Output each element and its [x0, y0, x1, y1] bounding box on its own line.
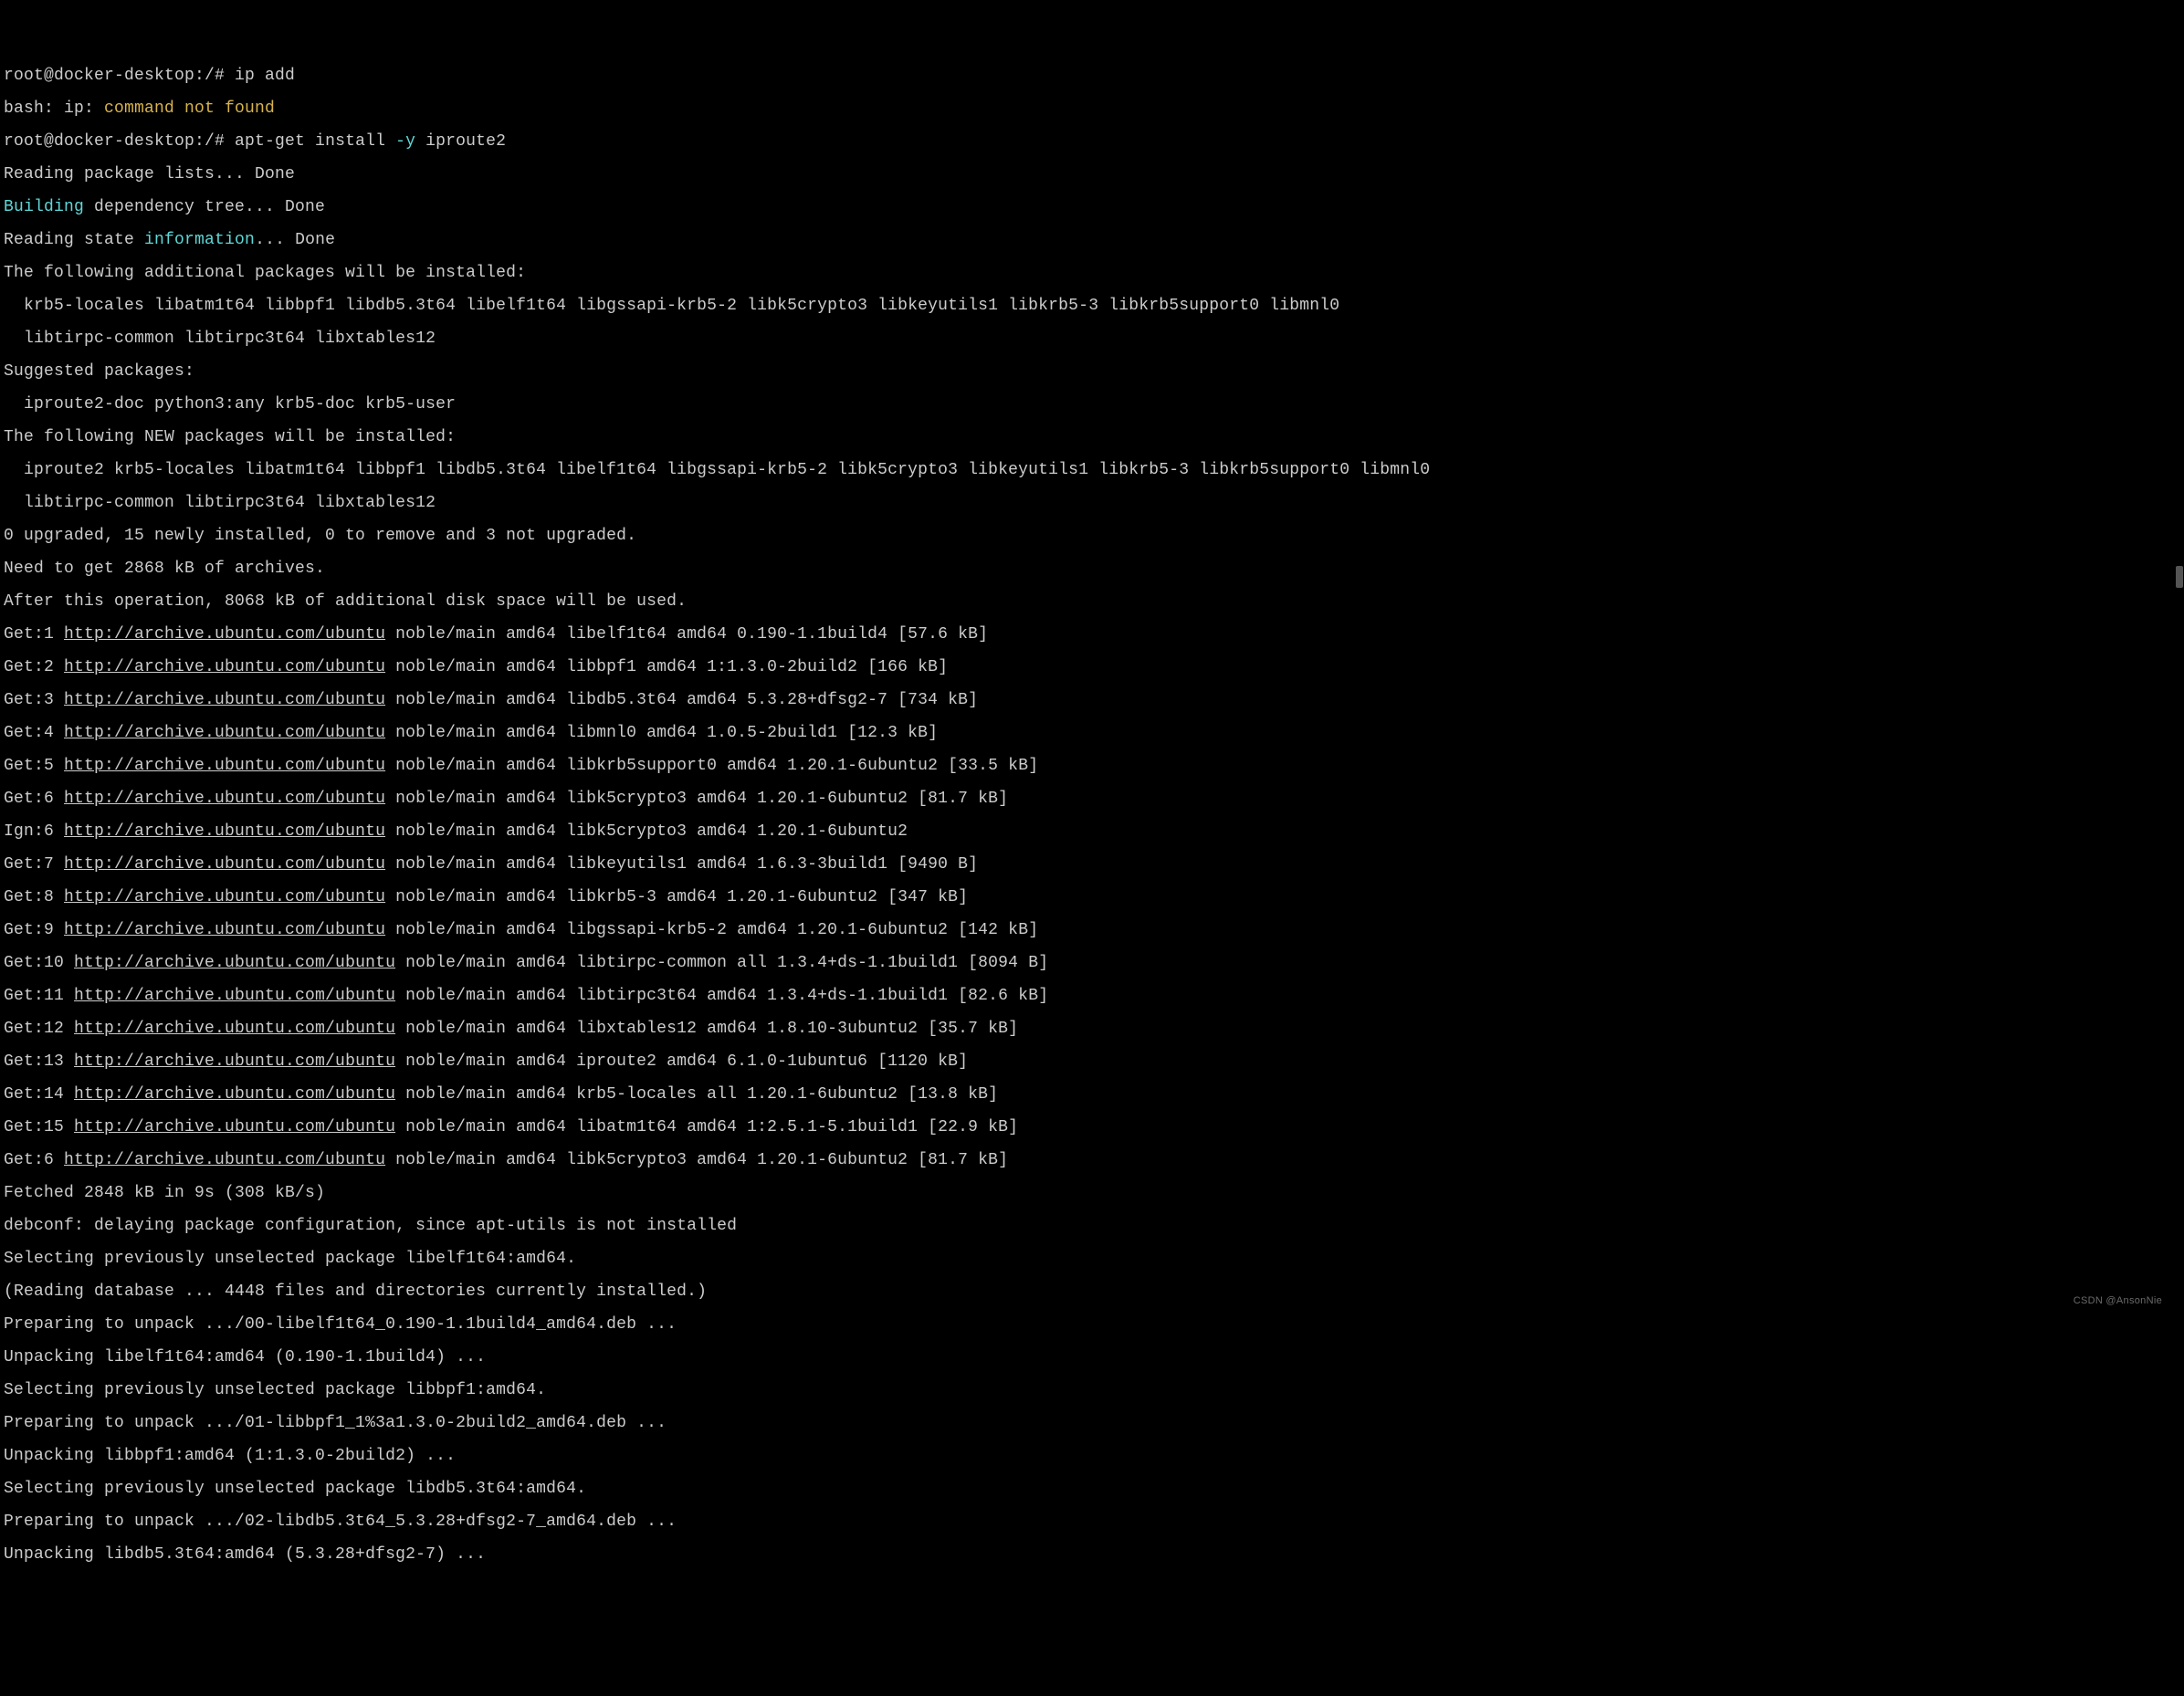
terminal-line[interactable]: Get:9 http://archive.ubuntu.com/ubuntu n… [4, 922, 2180, 938]
shell-prompt: root@docker-desktop:/# [4, 67, 235, 85]
terminal-line[interactable]: Selecting previously unselected package … [4, 1481, 2180, 1497]
terminal-line[interactable]: Get:6 http://archive.ubuntu.com/ubuntu n… [4, 1152, 2180, 1168]
download-url: http://archive.ubuntu.com/ubuntu [74, 1085, 395, 1104]
terminal-line[interactable]: Unpacking libdb5.3t64:amd64 (5.3.28+dfsg… [4, 1546, 2180, 1563]
download-url: http://archive.ubuntu.com/ubuntu [64, 724, 385, 742]
terminal-line[interactable]: Reading package lists... Done [4, 166, 2180, 183]
terminal-line[interactable]: Get:14 http://archive.ubuntu.com/ubuntu … [4, 1086, 2180, 1103]
command-flag: -y [395, 132, 415, 151]
download-url: http://archive.ubuntu.com/ubuntu [64, 790, 385, 808]
terminal-line[interactable]: Suggested packages: [4, 363, 2180, 380]
terminal-line[interactable]: After this operation, 8068 kB of additio… [4, 593, 2180, 610]
terminal-line[interactable]: Get:15 http://archive.ubuntu.com/ubuntu … [4, 1119, 2180, 1136]
download-url: http://archive.ubuntu.com/ubuntu [74, 954, 395, 972]
terminal-line[interactable]: Selecting previously unselected package … [4, 1382, 2180, 1398]
download-url: http://archive.ubuntu.com/ubuntu [64, 691, 385, 709]
terminal-line[interactable]: Get:3 http://archive.ubuntu.com/ubuntu n… [4, 692, 2180, 708]
download-url: http://archive.ubuntu.com/ubuntu [64, 658, 385, 676]
error-text: command not found [104, 99, 275, 118]
terminal-line[interactable]: bash: ip: command not found [4, 100, 2180, 117]
download-url: http://archive.ubuntu.com/ubuntu [64, 757, 385, 775]
terminal-line[interactable]: Get:2 http://archive.ubuntu.com/ubuntu n… [4, 659, 2180, 675]
download-url: http://archive.ubuntu.com/ubuntu [74, 1118, 395, 1136]
terminal-line[interactable]: Need to get 2868 kB of archives. [4, 560, 2180, 577]
scrollbar-thumb[interactable] [2176, 566, 2183, 588]
download-url: http://archive.ubuntu.com/ubuntu [74, 1020, 395, 1038]
command-text: ip add [235, 67, 295, 85]
terminal-line[interactable]: Preparing to unpack .../00-libelf1t64_0.… [4, 1316, 2180, 1333]
terminal-line[interactable]: krb5-locales libatm1t64 libbpf1 libdb5.3… [4, 298, 2180, 314]
download-url: http://archive.ubuntu.com/ubuntu [74, 1052, 395, 1071]
download-url: http://archive.ubuntu.com/ubuntu [64, 855, 385, 874]
terminal-line[interactable]: Get:5 http://archive.ubuntu.com/ubuntu n… [4, 758, 2180, 774]
terminal-line[interactable]: Get:10 http://archive.ubuntu.com/ubuntu … [4, 955, 2180, 971]
terminal-line[interactable]: Building dependency tree... Done [4, 199, 2180, 215]
terminal-line[interactable]: debconf: delaying package configuration,… [4, 1218, 2180, 1234]
terminal-line[interactable]: Unpacking libelf1t64:amd64 (0.190-1.1bui… [4, 1349, 2180, 1366]
terminal-line[interactable]: The following additional packages will b… [4, 265, 2180, 281]
download-url: http://archive.ubuntu.com/ubuntu [64, 625, 385, 644]
terminal-line[interactable]: Reading state information... Done [4, 232, 2180, 248]
terminal-line[interactable]: Get:8 http://archive.ubuntu.com/ubuntu n… [4, 889, 2180, 906]
terminal-line[interactable]: iproute2 krb5-locales libatm1t64 libbpf1… [4, 462, 2180, 478]
terminal-line[interactable]: (Reading database ... 4448 files and dir… [4, 1283, 2180, 1300]
terminal-line[interactable]: Get:4 http://archive.ubuntu.com/ubuntu n… [4, 725, 2180, 741]
download-url: http://archive.ubuntu.com/ubuntu [64, 888, 385, 906]
terminal-line[interactable]: Preparing to unpack .../02-libdb5.3t64_5… [4, 1513, 2180, 1530]
terminal-line[interactable]: root@docker-desktop:/# apt-get install -… [4, 133, 2180, 150]
terminal-line[interactable]: Fetched 2848 kB in 9s (308 kB/s) [4, 1185, 2180, 1201]
download-url: http://archive.ubuntu.com/ubuntu [64, 1151, 385, 1169]
terminal-line[interactable]: libtirpc-common libtirpc3t64 libxtables1… [4, 330, 2180, 347]
terminal-line[interactable]: Get:11 http://archive.ubuntu.com/ubuntu … [4, 988, 2180, 1004]
terminal-line[interactable]: Selecting previously unselected package … [4, 1251, 2180, 1267]
terminal-line[interactable]: libtirpc-common libtirpc3t64 libxtables1… [4, 495, 2180, 511]
command-text: apt-get install [235, 132, 395, 151]
terminal-line[interactable]: Get:1 http://archive.ubuntu.com/ubuntu n… [4, 626, 2180, 643]
terminal-line[interactable]: root@docker-desktop:/# ip add [4, 68, 2180, 84]
terminal-line[interactable]: iproute2-doc python3:any krb5-doc krb5-u… [4, 396, 2180, 413]
terminal-line[interactable]: 0 upgraded, 15 newly installed, 0 to rem… [4, 528, 2180, 544]
watermark-text: CSDN @AnsonNie [2074, 1296, 2162, 1306]
download-url: http://archive.ubuntu.com/ubuntu [74, 987, 395, 1005]
terminal-line[interactable]: The following NEW packages will be insta… [4, 429, 2180, 445]
shell-prompt: root@docker-desktop:/# [4, 132, 235, 151]
download-url: http://archive.ubuntu.com/ubuntu [64, 822, 385, 841]
terminal-line[interactable]: Unpacking libbpf1:amd64 (1:1.3.0-2build2… [4, 1448, 2180, 1464]
terminal-line[interactable]: Ign:6 http://archive.ubuntu.com/ubuntu n… [4, 823, 2180, 840]
terminal-line[interactable]: Get:12 http://archive.ubuntu.com/ubuntu … [4, 1021, 2180, 1037]
terminal-line[interactable]: Get:13 http://archive.ubuntu.com/ubuntu … [4, 1053, 2180, 1070]
terminal-line[interactable]: Get:6 http://archive.ubuntu.com/ubuntu n… [4, 790, 2180, 807]
command-arg: iproute2 [415, 132, 506, 151]
download-url: http://archive.ubuntu.com/ubuntu [64, 921, 385, 939]
terminal-line[interactable]: Preparing to unpack .../01-libbpf1_1%3a1… [4, 1415, 2180, 1431]
terminal-line[interactable]: Get:7 http://archive.ubuntu.com/ubuntu n… [4, 856, 2180, 873]
